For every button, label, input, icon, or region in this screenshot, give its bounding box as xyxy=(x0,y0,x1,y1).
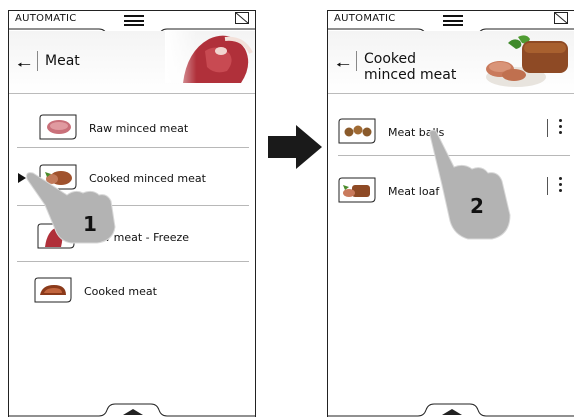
status-bar: AUTOMATIC xyxy=(9,11,255,29)
header-separator xyxy=(356,51,357,71)
mode-label: AUTOMATIC xyxy=(334,13,396,24)
tap-hand-icon: 1 xyxy=(26,172,116,244)
bottom-tab[interactable] xyxy=(328,397,574,417)
page-header: 🠐 Meat xyxy=(9,31,255,94)
next-step-arrow-icon xyxy=(268,125,322,169)
list-item-cooked-meat[interactable]: Cooked meat xyxy=(34,274,249,314)
meat-balls-thumb-icon xyxy=(338,118,376,144)
back-arrow-icon: 🠐 xyxy=(336,55,350,74)
divider xyxy=(17,147,249,148)
raw-minced-meat-thumb-icon xyxy=(39,114,77,140)
kebab-separator xyxy=(547,119,548,137)
step-number: 1 xyxy=(83,212,97,236)
list-item-raw-minced-meat[interactable]: Raw minced meat xyxy=(39,111,249,151)
bottom-tab[interactable] xyxy=(9,397,256,417)
more-options-icon[interactable] xyxy=(559,177,563,195)
step-number: 2 xyxy=(470,194,484,218)
page-title: Cooked minced meat xyxy=(364,51,456,83)
back-button[interactable]: 🠐 xyxy=(17,55,31,74)
list-item-label: Raw minced meat xyxy=(89,122,189,135)
status-bar: AUTOMATIC xyxy=(328,11,574,29)
no-signal-icon xyxy=(235,12,249,24)
header-separator xyxy=(37,51,38,71)
page-title: Meat xyxy=(45,53,80,69)
list-item-label: Cooked meat xyxy=(84,285,157,298)
meat-loaf-thumb-icon xyxy=(338,177,376,203)
no-signal-icon xyxy=(554,12,568,24)
oven-screen-meat: AUTOMATIC 🠐 Meat Raw minced meat Cooked … xyxy=(8,10,256,417)
meat-loaf-plate-icon xyxy=(486,35,568,87)
raw-steak-icon xyxy=(165,31,255,83)
menu-icon[interactable] xyxy=(124,15,144,27)
back-button[interactable]: 🠐 xyxy=(336,55,350,74)
oven-screen-cooked-minced-meat: AUTOMATIC 🠐 Cooked minced meat Meat ball… xyxy=(327,10,574,417)
cooked-meat-thumb-icon xyxy=(34,277,72,303)
tap-hand-icon: 2 xyxy=(429,130,511,240)
kebab-separator xyxy=(547,177,548,195)
menu-icon[interactable] xyxy=(443,15,463,27)
divider xyxy=(17,261,249,262)
page-title-line1: Cooked xyxy=(364,51,417,67)
more-options-icon[interactable] xyxy=(559,119,563,137)
page-title-line2: minced meat xyxy=(364,67,457,83)
page-header: 🠐 Cooked minced meat xyxy=(328,31,574,94)
back-arrow-icon: 🠐 xyxy=(17,55,31,74)
mode-label: AUTOMATIC xyxy=(15,13,77,24)
